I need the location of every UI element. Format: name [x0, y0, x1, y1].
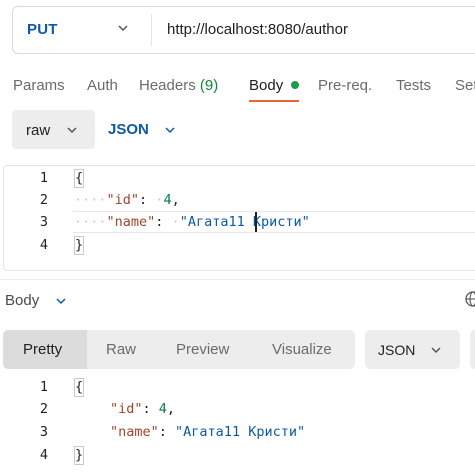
response-brace-close: }: [74, 446, 84, 465]
method-select[interactable]: PUT: [27, 21, 58, 38]
tab-auth[interactable]: Auth: [87, 77, 118, 94]
url-divider: [151, 14, 152, 46]
tab-headers[interactable]: Headers (9): [139, 77, 218, 94]
code-brace-open: {: [74, 169, 84, 188]
body-mode-label: raw: [26, 122, 51, 139]
response-line-id: "id": 4,: [110, 401, 176, 417]
tab-params[interactable]: Params: [13, 77, 65, 94]
response-body-label[interactable]: Body: [5, 292, 39, 309]
tab-body[interactable]: Body: [249, 77, 283, 94]
active-tab-indicator: [249, 100, 299, 102]
chevron-down-icon[interactable]: [66, 125, 78, 135]
view-tab-pretty[interactable]: Pretty: [23, 341, 62, 358]
response-format-label: JSON: [378, 342, 416, 358]
line-number: 4: [39, 237, 48, 253]
line-number: 3: [39, 214, 48, 230]
chevron-down-icon[interactable]: [55, 296, 67, 306]
line-number: 1: [39, 170, 48, 186]
url-input[interactable]: http://localhost:8080/author: [167, 21, 348, 38]
line-number: 2: [39, 192, 48, 208]
code-brace-close: }: [74, 236, 84, 255]
body-status-dot: [291, 81, 299, 89]
body-format-select[interactable]: JSON: [108, 121, 149, 138]
line-number: 1: [39, 379, 48, 395]
code-line-id: ····"id": ·4,: [74, 192, 180, 208]
view-tab-preview[interactable]: Preview: [176, 341, 229, 358]
line-number: 2: [39, 401, 48, 417]
chevron-down-icon[interactable]: [164, 125, 176, 135]
headers-count: (9): [199, 77, 219, 94]
code-line-name: ····"name": ·"Агата11 Кристи": [74, 214, 310, 230]
chevron-down-icon[interactable]: [117, 23, 129, 33]
view-tab-raw[interactable]: Raw: [106, 341, 136, 358]
section-divider: [0, 279, 475, 280]
tab-settings[interactable]: Set: [455, 77, 475, 94]
body-mode-select[interactable]: [12, 110, 95, 149]
chevron-down-icon[interactable]: [430, 345, 442, 355]
line-number: 3: [39, 424, 48, 440]
text-cursor: [255, 212, 257, 232]
response-brace-open: {: [74, 378, 84, 397]
line-number: 4: [39, 447, 48, 463]
tab-headers-label: Headers: [139, 77, 196, 94]
tab-pre-request[interactable]: Pre-req.: [318, 77, 372, 94]
tab-tests[interactable]: Tests: [396, 77, 431, 94]
response-line-name: "name": "Агата11 Кристи": [110, 424, 306, 440]
globe-icon[interactable]: [465, 291, 475, 307]
response-options-button[interactable]: [470, 330, 475, 369]
view-tab-visualize[interactable]: Visualize: [272, 341, 332, 358]
